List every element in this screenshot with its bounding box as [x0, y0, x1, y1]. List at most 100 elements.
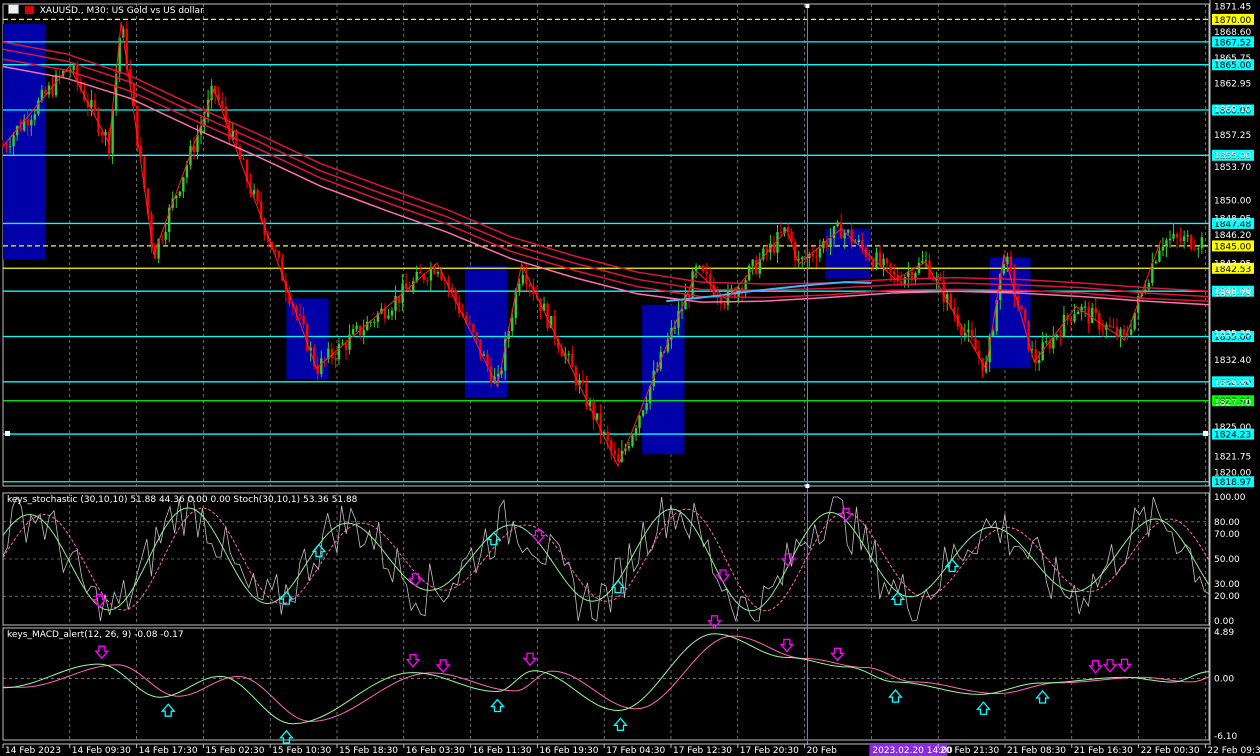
candle-body	[691, 271, 694, 298]
trading-chart[interactable]: 1870.001867.521865.001860.001855.001847.…	[0, 0, 1260, 756]
stoch-axis-tick: 20.00	[1214, 592, 1240, 602]
stoch-up-arrow-icon	[486, 531, 502, 546]
candle-body	[801, 257, 804, 260]
macd-axis-tick: -6.10	[1214, 732, 1238, 742]
candles	[1, 21, 1204, 463]
candle-body	[613, 450, 617, 455]
price-level-label-text: 1845.00	[1214, 242, 1251, 252]
candle-body	[320, 358, 323, 374]
candle-body	[1190, 235, 1193, 249]
candle-body	[892, 271, 896, 275]
line-handle	[5, 431, 10, 436]
candle-body	[1119, 329, 1122, 338]
candle-body	[627, 446, 631, 449]
candle-body	[252, 190, 256, 194]
time-axis-label: 17 Feb 04:30	[606, 746, 665, 756]
candle-body	[1182, 236, 1186, 242]
stochastic-title: keys_stochastic (30,10,10) 51.88 44.36 0…	[7, 495, 358, 505]
time-axis-label: 16 Feb 03:30	[406, 746, 465, 756]
macd-axis-tick: 0.00	[1214, 674, 1234, 684]
macd-down-arrow-icon	[405, 653, 421, 668]
candle-body	[1045, 341, 1048, 343]
candle-body	[1020, 305, 1023, 310]
price-level-label-text: 1867.52	[1214, 38, 1251, 48]
candle-body	[1073, 314, 1076, 322]
macd-down-arrow-icon	[522, 652, 538, 667]
candle-body	[581, 380, 585, 384]
price-level-label-text: 1818.97	[1214, 478, 1251, 488]
candle-body	[1002, 264, 1006, 274]
candle-body	[1172, 233, 1175, 239]
time-axis-label: 14 Feb 09:30	[72, 746, 131, 756]
candle-body	[426, 279, 429, 281]
time-axis-label: 21 Feb 08:30	[1007, 746, 1066, 756]
macd-down-arrow-icon	[1088, 660, 1104, 674]
price-level-label: 1870.00	[1212, 13, 1254, 26]
stoch-axis-tick: 80.00	[1214, 518, 1240, 528]
candle-body	[1144, 289, 1147, 292]
stoch-axis-tick: 70.00	[1214, 530, 1240, 540]
candle-body	[868, 257, 871, 260]
candle-body	[178, 191, 182, 196]
candle-body	[847, 230, 850, 233]
candle-body	[889, 263, 892, 272]
candle-body	[567, 354, 571, 356]
candle-body	[850, 230, 853, 243]
candle-body	[885, 258, 889, 264]
time-axis-label: 15 Feb 18:30	[339, 746, 398, 756]
chart-menu-icon[interactable]	[8, 4, 19, 14]
candle-body	[1154, 261, 1158, 264]
candle-body	[518, 283, 521, 292]
candle-body	[221, 100, 224, 107]
macd-main-line	[2, 633, 1210, 725]
candle-body	[698, 265, 701, 267]
time-axis-label: 21 Feb 16:30	[1074, 746, 1133, 756]
macd-up-arrow-icon	[613, 717, 628, 731]
candle-body	[776, 231, 779, 253]
time-axis-label: 15 Feb 10:30	[272, 746, 331, 756]
candle-body	[702, 265, 705, 272]
flag-icon	[24, 6, 34, 14]
price-axis-tick: 1860.10	[1214, 105, 1251, 115]
candle-body	[857, 239, 861, 243]
candle-body	[12, 135, 15, 147]
macd-up-arrow-icon	[1035, 689, 1050, 704]
candle-body	[348, 334, 351, 350]
stoch-down-arrow-icon	[838, 507, 854, 522]
candle-body	[861, 239, 864, 248]
candle-body	[1, 146, 5, 148]
candle-body	[991, 331, 995, 336]
price-axis-tick: 1827.70	[1214, 399, 1251, 409]
crosshair-handle	[805, 4, 810, 8]
stoch-down-arrow-icon	[715, 569, 731, 584]
stoch-axis-tick: 100.00	[1214, 493, 1246, 503]
macd-axis-tick: 4.89	[1214, 628, 1234, 638]
candle-body	[1186, 235, 1189, 237]
candle-body	[1076, 311, 1080, 315]
time-axis-label: 22 Feb 00:30	[1141, 746, 1200, 756]
candle-body	[1161, 246, 1165, 251]
candle-body	[1083, 306, 1087, 308]
candle-body	[242, 159, 245, 161]
price-axis-tick: 1855.00	[1214, 151, 1251, 161]
candle-body	[433, 267, 436, 274]
candle-body	[160, 239, 164, 241]
price-axis-tick: 1835.35	[1214, 329, 1251, 339]
line-handle	[1203, 431, 1208, 436]
candle-body	[595, 413, 599, 420]
candle-body	[1091, 308, 1094, 324]
candle-body	[836, 222, 839, 227]
candle-body	[818, 248, 822, 258]
candle-body	[1193, 248, 1196, 250]
candle-body	[277, 251, 281, 258]
price-axis-tick: 1857.25	[1214, 131, 1251, 141]
time-axis-label: 16 Feb 11:30	[473, 746, 532, 756]
price-axis-tick: 1843.05	[1214, 260, 1251, 270]
candle-body	[924, 260, 928, 262]
candle-body	[719, 298, 723, 304]
candle-body	[387, 315, 390, 319]
candle-body	[256, 190, 259, 202]
candle-body	[30, 119, 33, 126]
candle-body	[871, 259, 875, 268]
candle-body	[58, 74, 61, 77]
